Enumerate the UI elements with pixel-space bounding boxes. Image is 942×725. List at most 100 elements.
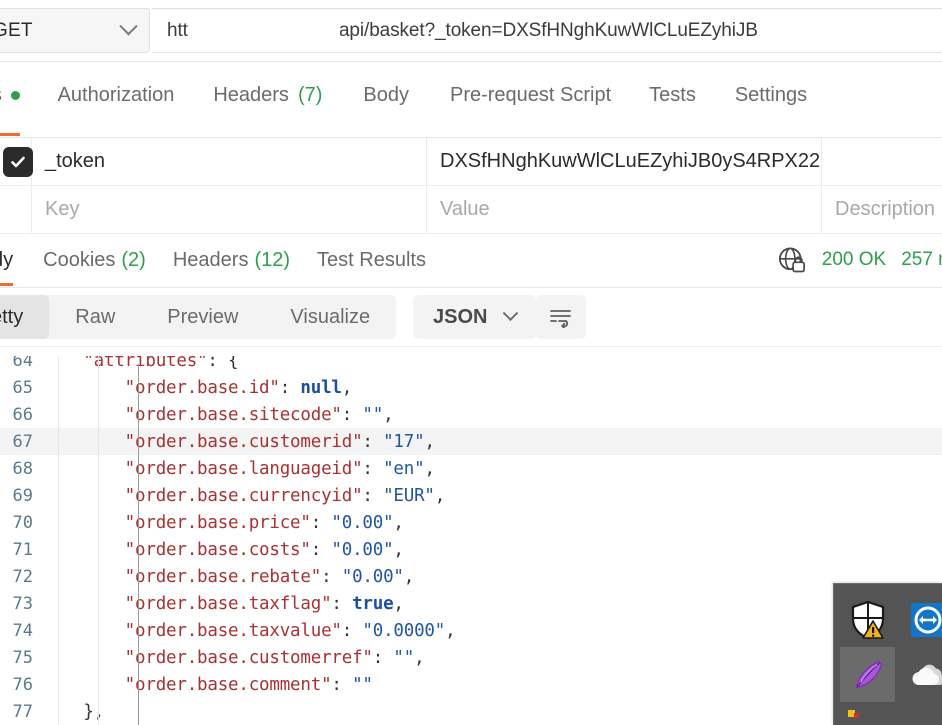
globe-lock-icon[interactable] <box>777 245 807 275</box>
view-raw-button[interactable]: Raw <box>49 295 141 339</box>
system-tray-overflow-panel <box>833 583 942 725</box>
response-status-group: 200 OK 257 m <box>777 234 942 286</box>
code-line: 77 }, <box>0 698 942 725</box>
tray-icon-grid <box>834 584 942 725</box>
tab-headers-label: Headers <box>213 83 289 106</box>
view-preview-button[interactable]: Preview <box>141 295 264 339</box>
wrap-lines-icon <box>550 310 571 328</box>
response-time: 257 m <box>901 249 942 270</box>
response-body-code[interactable]: 64 "attributes": {65 "order.base.id": nu… <box>0 346 942 725</box>
table-row[interactable]: Key Value Description <box>0 185 942 234</box>
tray-item-feather[interactable] <box>840 647 895 702</box>
tab-body[interactable]: Body <box>363 62 409 136</box>
view-visualize-button[interactable]: Visualize <box>264 295 396 339</box>
tab-authorization[interactable]: Authorization <box>58 62 175 136</box>
params-modified-dot-icon <box>10 90 20 100</box>
line-number: 65 <box>12 377 33 398</box>
code-line-text: "order.base.taxflag": true, <box>42 593 404 614</box>
response-tab-headers-label: Headers <box>172 248 249 271</box>
line-number: 70 <box>12 512 33 533</box>
line-number: 75 <box>12 647 33 668</box>
code-line: 65 "order.base.id": null, <box>0 374 942 401</box>
line-number: 74 <box>12 620 33 641</box>
param-enabled-cell-empty <box>0 185 32 234</box>
tab-settings[interactable]: Settings <box>735 62 807 136</box>
tab-headers-count: (7) <box>297 83 323 106</box>
response-tab-cookies[interactable]: Cookies (2) <box>43 234 146 286</box>
indent-guide <box>98 347 99 725</box>
url-redaction-block <box>188 20 340 42</box>
code-line: 73 "order.base.taxflag": true, <box>0 590 942 617</box>
line-number: 73 <box>12 593 33 614</box>
windows-security-shield-icon <box>851 600 884 639</box>
chevron-down-icon <box>119 17 138 36</box>
code-line: 69 "order.base.currencyid": "EUR", <box>0 482 942 509</box>
request-tabs: arams Authorization Headers (7) Body Pre… <box>0 62 942 138</box>
tab-headers[interactable]: Headers (7) <box>213 62 322 136</box>
tab-params[interactable]: arams <box>0 62 20 136</box>
postman-window: GET https://c /default/jsonapi/basket?_t… <box>0 0 942 725</box>
tab-pre-request-script-label: Pre-request Script <box>449 83 612 106</box>
response-tab-headers[interactable]: Headers (12) <box>173 234 290 286</box>
tray-item-windows-security[interactable] <box>840 592 895 647</box>
tab-pre-request-script[interactable]: Pre-request Script <box>450 62 611 136</box>
code-line-text: "order.base.languageid": "en", <box>42 458 435 479</box>
code-line-text: }, <box>42 701 105 722</box>
param-description-placeholder[interactable]: Description <box>822 186 942 234</box>
response-tab-test-results-label: Test Results <box>317 248 426 271</box>
tab-tests[interactable]: Tests <box>649 62 696 136</box>
code-line: 75 "order.base.customerref": "", <box>0 644 942 671</box>
code-line-text: "order.base.id": null, <box>42 377 353 398</box>
response-tab-body[interactable]: dy <box>0 234 14 286</box>
code-line: 70 "order.base.price": "0.00", <box>0 509 942 536</box>
param-description-cell[interactable] <box>822 138 942 186</box>
line-number: 67 <box>12 431 33 452</box>
param-key-cell[interactable]: _token <box>32 137 427 186</box>
onedrive-icon <box>912 664 942 685</box>
line-number: 72 <box>12 566 33 587</box>
tab-settings-label: Settings <box>734 83 808 106</box>
view-pretty-button[interactable]: Pretty <box>0 295 50 339</box>
feather-icon <box>855 660 882 688</box>
response-tab-headers-count: (12) <box>254 248 291 271</box>
response-tab-body-label: dy <box>0 248 14 271</box>
param-enabled-checkbox[interactable] <box>3 146 33 177</box>
code-line: 68 "order.base.languageid": "en", <box>0 455 942 482</box>
tray-item-onedrive[interactable] <box>900 647 942 702</box>
check-icon <box>11 156 25 167</box>
code-line-text: "order.base.customerref": "", <box>42 647 425 668</box>
response-view-switcher: Pretty Raw Preview Visualize <box>0 295 397 339</box>
wrap-lines-button[interactable] <box>536 295 586 339</box>
response-tab-test-results[interactable]: Test Results <box>317 234 426 286</box>
tab-body-label: Body <box>363 83 409 106</box>
param-key-placeholder[interactable]: Key <box>32 185 427 234</box>
response-language-label: JSON <box>433 305 488 328</box>
code-top-clip <box>0 347 942 356</box>
active-indent-guide <box>138 364 139 725</box>
tray-item-status[interactable] <box>840 704 870 725</box>
code-line-text: "order.base.comment": "" <box>42 674 373 695</box>
response-status-code: 200 OK <box>821 249 887 270</box>
line-number: 76 <box>12 674 33 695</box>
http-method-dropdown[interactable]: GET <box>0 8 150 53</box>
code-line-text: "order.base.sitecode": "", <box>42 404 394 425</box>
tray-item-teamviewer[interactable] <box>900 592 942 647</box>
code-line: 76 "order.base.comment": "" <box>0 671 942 698</box>
tab-tests-label: Tests <box>649 83 696 106</box>
table-row[interactable]: _token DXSfHNghKuwWlCLuEZyhiJB0yS4RPX22.… <box>0 137 942 186</box>
param-value-cell[interactable]: DXSfHNghKuwWlCLuEZyhiJB0yS4RPX22... <box>427 137 822 186</box>
teamviewer-icon <box>910 602 942 637</box>
code-line-text: "order.base.costs": "0.00", <box>42 539 404 560</box>
code-line: 67 "order.base.customerid": "17", <box>0 428 942 455</box>
code-line-text: "order.base.price": "0.00", <box>42 512 404 533</box>
response-format-toolbar: Pretty Raw Preview Visualize JSON <box>0 288 942 346</box>
line-number: 68 <box>12 458 33 479</box>
code-line-text: "order.base.currencyid": "EUR", <box>42 485 446 506</box>
response-tabs: dy Cookies (2) Headers (12) Test Results… <box>0 234 942 288</box>
param-value-placeholder[interactable]: Value <box>427 185 822 234</box>
request-url-bar: GET https://c /default/jsonapi/basket?_t… <box>0 0 942 62</box>
line-number: 66 <box>12 404 33 425</box>
response-language-dropdown[interactable]: JSON <box>413 295 537 339</box>
query-params-table: _token DXSfHNghKuwWlCLuEZyhiJB0yS4RPX22.… <box>0 137 942 234</box>
code-line-list: 64 "attributes": {65 "order.base.id": nu… <box>0 347 942 725</box>
